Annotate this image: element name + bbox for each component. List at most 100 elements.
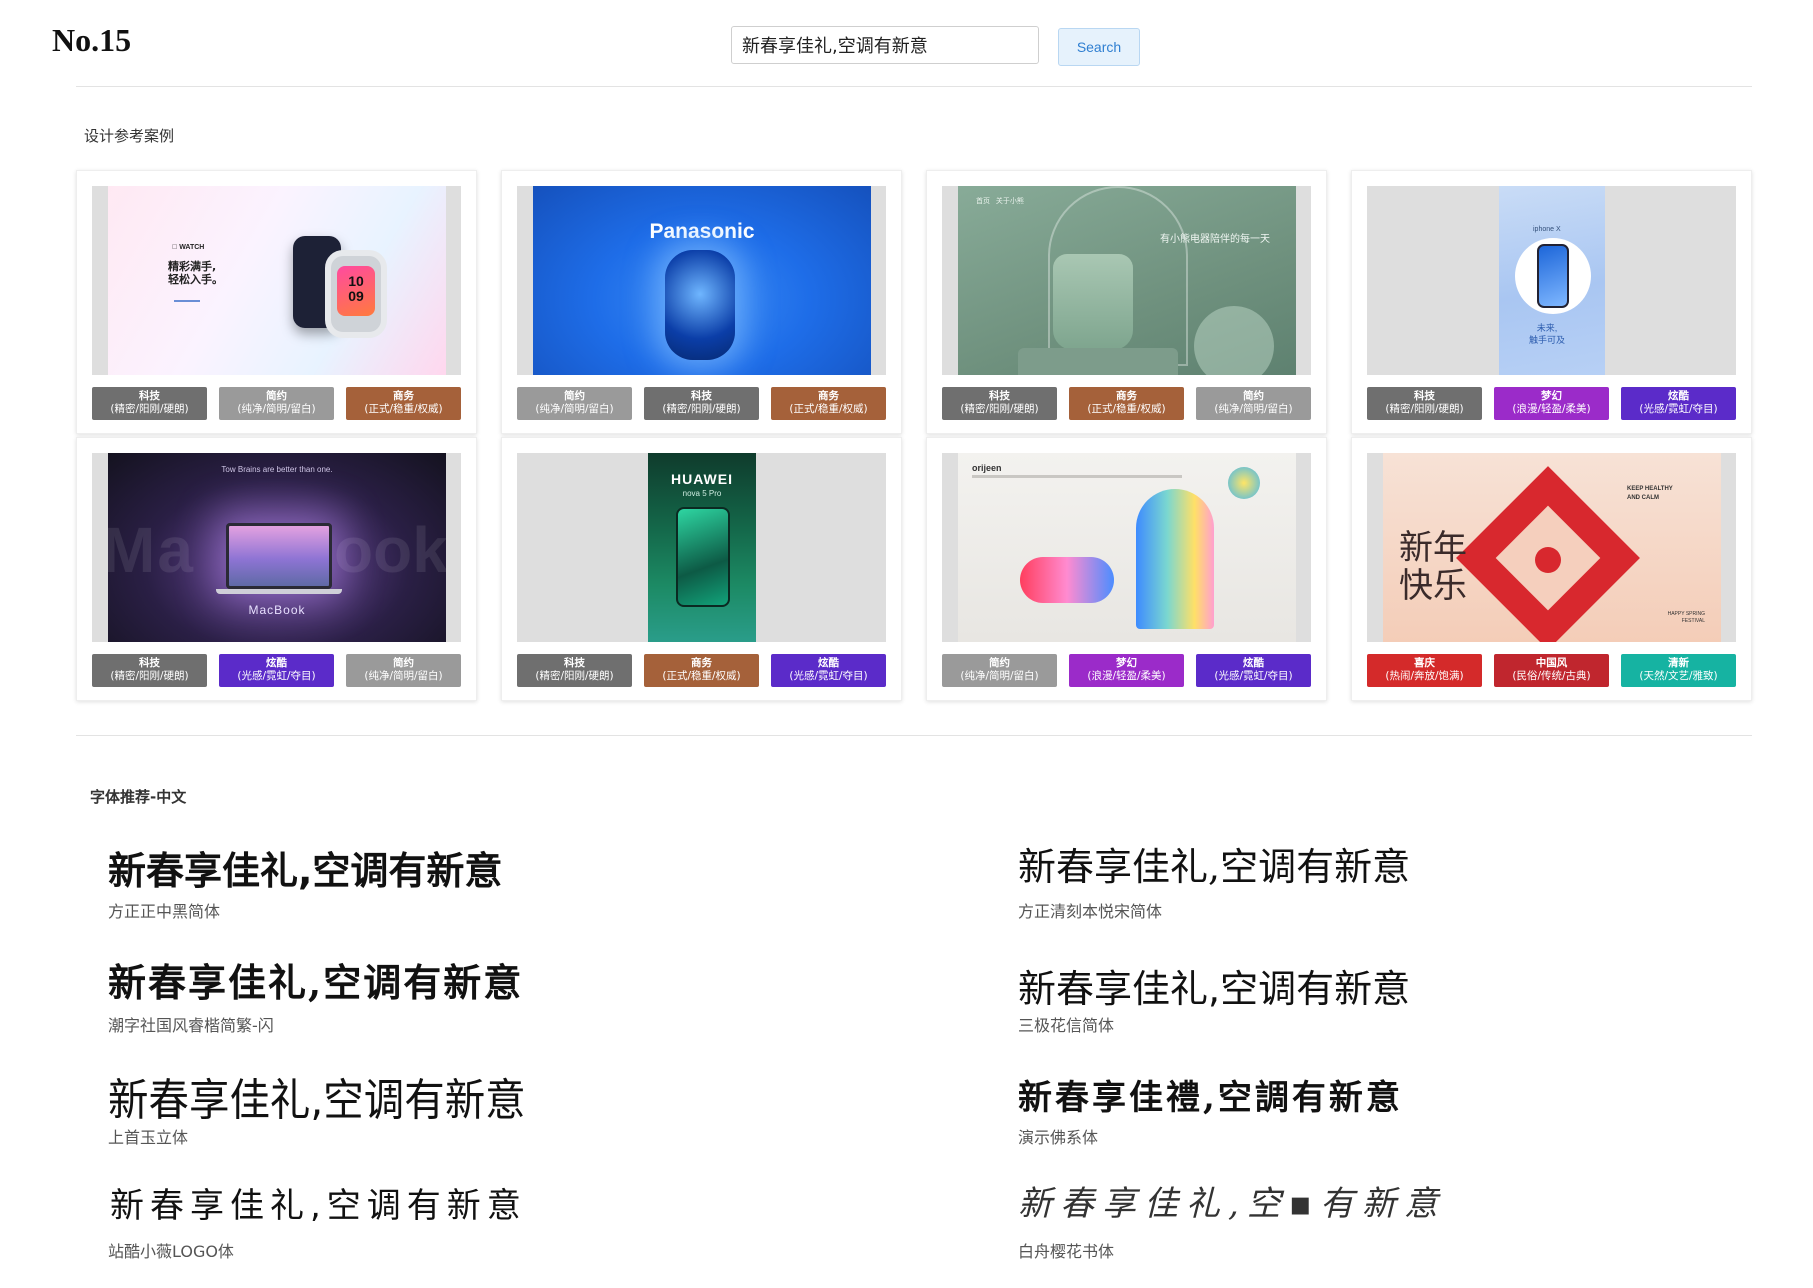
- font-name: 三极花信简体: [1018, 1016, 1115, 1035]
- tag-badge[interactable]: 炫酷 (光感/霓虹/夺目): [1196, 654, 1311, 687]
- case-card[interactable]: Panasonic 简约 (纯净/简明/留白) 科技 (精密/阳刚/硬朗) 商务 (正…: [501, 170, 902, 434]
- font-sample: 新春享佳礼,空调有新意: [108, 960, 524, 1005]
- case-thumbnail: iphone X 未来, 触手可及: [1367, 186, 1736, 375]
- card-link-line: [174, 300, 200, 302]
- watch-face: 10 09: [337, 266, 375, 316]
- font-sample: 新春享佳礼,空调有新意: [108, 849, 503, 893]
- tag-row: 科技 (精密/阳刚/硬朗) 梦幻 (浪漫/轻盈/柔美) 炫酷 (光感/霓虹/夺目): [1367, 387, 1736, 420]
- font-name: 上首玉立体: [108, 1128, 189, 1147]
- card-text: KEEP HEALTHY AND CALM: [1627, 486, 1673, 501]
- tag-badge[interactable]: 炫酷 (光感/霓虹/夺目): [219, 654, 334, 687]
- font-name: 方正清刻本悦宋简体: [1018, 902, 1163, 921]
- product-shape: [1053, 254, 1133, 350]
- font-name: 潮字社国风睿楷简繁-闪: [108, 1016, 274, 1035]
- tag-badge[interactable]: 简约 (纯净/简明/留白): [219, 387, 334, 420]
- cabinet-tall: [1136, 489, 1214, 629]
- tag-badge[interactable]: 商务 (正式/稳重/权威): [644, 654, 759, 687]
- tag-row: 科技 (精密/阳刚/硬朗) 商务 (正式/稳重/权威) 简约 (纯净/简明/留白): [942, 387, 1311, 420]
- tag-badge[interactable]: 中国风 (民俗/传统/古典): [1494, 654, 1609, 687]
- tag-badge[interactable]: 科技 (精密/阳刚/硬朗): [1367, 387, 1482, 420]
- case-thumbnail: 新年 快乐 KEEP HEALTHY AND CALM HAPPY SPRING …: [1367, 453, 1736, 642]
- section-divider: [76, 735, 1752, 736]
- font-name: 站酷小薇LOGO体: [108, 1242, 234, 1261]
- tag-badge[interactable]: 商务 (正式/稳重/权威): [346, 387, 461, 420]
- tag-badge[interactable]: 喜庆 (热闹/奔放/饱满): [1367, 654, 1482, 687]
- phone-shape: [676, 507, 730, 607]
- card-text: nova 5 Pro: [682, 489, 722, 498]
- card-text: iphone X: [1533, 226, 1561, 233]
- tag-row: 喜庆 (热闹/奔放/饱满) 中国风 (民俗/传统/古典) 清新 (天然/文艺/雅致): [1367, 654, 1736, 687]
- tag-badge[interactable]: 简约 (纯净/简明/留白): [942, 654, 1057, 687]
- watch-silver: 10 09: [325, 250, 387, 338]
- tag-badge[interactable]: 商务 (正式/稳重/权威): [1069, 387, 1184, 420]
- tag-badge[interactable]: 科技 (精密/阳刚/硬朗): [92, 387, 207, 420]
- tag-badge[interactable]: 炫酷 (光感/霓虹/夺目): [771, 654, 886, 687]
- case-thumbnail: orijeen: [942, 453, 1311, 642]
- laptop-base: [216, 589, 342, 594]
- case-card[interactable]:  WATCH 精彩满手,轻松入手。 1009 科技(精密/阳刚/硬朗) 简约(…: [76, 170, 477, 434]
- font-sample: 新春享佳礼,空调有新意: [108, 1075, 526, 1126]
- case-thumbnail: Tow Brains are better than one. Ma ook M…: [92, 453, 461, 642]
- case-card[interactable]: 首页 关于小熊 有小熊电器陪伴的每一天 科技 (精密/阳刚/硬朗) 商务 (正式/稳…: [926, 170, 1327, 434]
- pedestal: [1018, 348, 1178, 375]
- case-thumbnail: 首页 关于小熊 有小熊电器陪伴的每一天: [942, 186, 1311, 375]
- font-name: 演示佛系体: [1018, 1128, 1099, 1147]
- case-grid:  WATCH 精彩满手,轻松入手。 1009 科技(精密/阳刚/硬朗) 简约(…: [76, 170, 1752, 701]
- tag-badge[interactable]: 简约 (纯净/简明/留白): [346, 654, 461, 687]
- card-text: 首页 关于小熊: [976, 198, 1024, 205]
- tag-row: 科技 (精密/阳刚/硬朗) 炫酷 (光感/霓虹/夺目) 简约 (纯净/简明/留白): [92, 654, 461, 687]
- case-card[interactable]: Tow Brains are better than one. Ma ook M…: [76, 437, 477, 701]
- phone-shape: [1537, 244, 1569, 308]
- card-text: 新年 快乐: [1399, 528, 1467, 606]
- card-text: HUAWEI: [671, 471, 733, 487]
- font-sample: 新春享佳礼,空调有新意: [110, 1186, 527, 1226]
- case-card[interactable]: orijeen 简约 (纯净/简明/留白) 梦幻 (浪漫/轻盈/柔美) 炫酷 (光感/…: [926, 437, 1327, 701]
- tag-badge[interactable]: 简约 (纯净/简明/留白): [517, 387, 632, 420]
- search-input[interactable]: [731, 26, 1039, 64]
- tag-badge[interactable]: 科技 (精密/阳刚/硬朗): [92, 654, 207, 687]
- tag-row: 科技 (精密/阳刚/硬朗) 商务 (正式/稳重/权威) 炫酷 (光感/霓虹/夺目): [517, 654, 886, 687]
- tag-badge[interactable]: 炫酷 (光感/霓虹/夺目): [1621, 387, 1736, 420]
- card-text: HAPPY SPRING FESTIVAL: [1667, 611, 1705, 624]
- font-sample: 新春享佳禮,空調有新意: [1018, 1078, 1403, 1118]
- tag-badge[interactable]: 科技 (精密/阳刚/硬朗): [517, 654, 632, 687]
- tag-row: 科技 (精密/阳刚/硬朗) 简约 (纯净/简明/留白) 商务 (正式/稳重/权威): [92, 387, 461, 420]
- card-text: 未来, 触手可及: [1529, 323, 1566, 345]
- tag-row: 简约 (纯净/简明/留白) 梦幻 (浪漫/轻盈/柔美) 炫酷 (光感/霓虹/夺目): [942, 654, 1311, 687]
- page-number: No.15: [52, 22, 132, 58]
- decor-circle: [1194, 306, 1274, 375]
- case-thumbnail: Panasonic: [517, 186, 886, 375]
- case-card[interactable]: 新年 快乐 KEEP HEALTHY AND CALM HAPPY SPRING …: [1351, 437, 1752, 701]
- font-name: 方正正中黑简体: [108, 902, 221, 921]
- decor-circle: [1535, 547, 1561, 573]
- case-card[interactable]: iphone X 未来, 触手可及 科技 (精密/阳刚/硬朗) 梦幻 (浪漫/轻盈/柔…: [1351, 170, 1752, 434]
- tag-badge[interactable]: 梦幻 (浪漫/轻盈/柔美): [1069, 654, 1184, 687]
- card-text: MacBook: [248, 603, 306, 617]
- tag-badge[interactable]: 科技 (精密/阳刚/硬朗): [942, 387, 1057, 420]
- case-thumbnail: HUAWEI nova 5 Pro: [517, 453, 886, 642]
- tag-badge[interactable]: 科技 (精密/阳刚/硬朗): [644, 387, 759, 420]
- text-line: [972, 475, 1182, 478]
- case-card[interactable]: HUAWEI nova 5 Pro 科技 (精密/阳刚/硬朗) 商务 (正式/稳重/…: [501, 437, 902, 701]
- tag-badge[interactable]: 梦幻 (浪漫/轻盈/柔美): [1494, 387, 1609, 420]
- search-button[interactable]: Search: [1058, 28, 1140, 66]
- font-sample: 新春享佳礼,空调有新意: [1018, 845, 1411, 889]
- card-text: Panasonic: [649, 220, 755, 243]
- case-thumbnail:  WATCH 精彩满手,轻松入手。 1009: [92, 186, 461, 375]
- tag-badge[interactable]: 清新 (天然/文艺/雅致): [1621, 654, 1736, 687]
- tag-row: 简约 (纯净/简明/留白) 科技 (精密/阳刚/硬朗) 商务 (正式/稳重/权威): [517, 387, 886, 420]
- tag-badge[interactable]: 简约 (纯净/简明/留白): [1196, 387, 1311, 420]
- font-name: 白舟樱花书体: [1018, 1242, 1115, 1261]
- section-title-cases: 设计参考案例: [84, 127, 175, 145]
- product-shape: [665, 250, 735, 360]
- card-text: 精彩满手, 轻松入手。: [168, 260, 223, 286]
- cabinet-shape: [1020, 557, 1114, 603]
- section-title-fonts: 字体推荐-中文: [90, 788, 187, 806]
- laptop-screen: [226, 523, 332, 589]
- watermark-left: Ma: [108, 514, 195, 586]
- font-sample: 新春享佳礼,空▪有新意: [1018, 1184, 1446, 1224]
- card-text: Tow Brains are better than one.: [221, 465, 333, 474]
- card-text: orijeen: [972, 463, 1002, 473]
- header-divider: [76, 86, 1752, 87]
- tag-badge[interactable]: 商务 (正式/稳重/权威): [771, 387, 886, 420]
